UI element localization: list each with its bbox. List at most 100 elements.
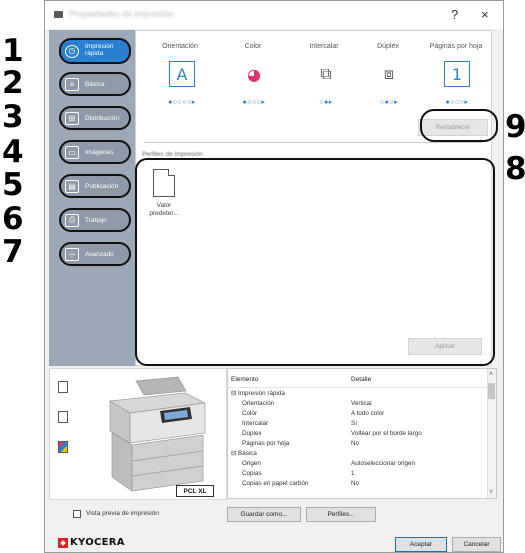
row-item: Color xyxy=(242,410,258,417)
cancel-button[interactable]: Cancelar xyxy=(452,537,501,552)
ok-button[interactable]: Aceptar xyxy=(395,537,447,552)
callout-7: 7 xyxy=(2,234,24,270)
orientation-selector[interactable]: ●○○○○▸ xyxy=(168,99,196,106)
color-icon: ◕ xyxy=(247,64,261,84)
nav-item-layout[interactable]: ⊞ Distribución xyxy=(59,106,131,130)
table-scrollbar[interactable]: ˄ ˅ xyxy=(487,369,496,498)
reset-callout-outline xyxy=(420,109,498,142)
print-quick-icon: ◷ xyxy=(65,44,79,58)
kyocera-logo: KYOCERA xyxy=(58,537,125,548)
row-detail: A todo color xyxy=(351,410,385,417)
collate-selector[interactable]: ○●▸ xyxy=(319,99,332,106)
printer-app-icon xyxy=(54,11,63,18)
color-selector[interactable]: ●○○○▸ xyxy=(243,99,266,106)
callout-9: 9 xyxy=(505,109,525,145)
row-item: ⊟ Impresión rápida xyxy=(231,390,285,397)
document-icon[interactable] xyxy=(153,169,175,197)
nav-item-publishing[interactable]: ▤ Publicación xyxy=(59,174,131,198)
row-item: Origen xyxy=(242,460,261,467)
pages-per-sheet-tile[interactable]: 1 xyxy=(444,61,470,87)
callout-6: 6 xyxy=(2,201,24,237)
row-item: Copias xyxy=(242,470,262,477)
row-detail: Autoseleccionar origen xyxy=(351,460,416,467)
table-row: Páginas por hoja xyxy=(242,440,289,447)
row-item: ⊟ Básica xyxy=(231,450,257,457)
pages-per-sheet-selector[interactable]: ●○○○▸ xyxy=(446,99,469,106)
scroll-down-icon[interactable]: ˅ xyxy=(489,489,493,496)
nav-item-label: Trabajo xyxy=(85,216,107,224)
table-row: Copias xyxy=(242,470,262,477)
advanced-icon: ⊹ xyxy=(65,247,79,261)
publishing-icon: ▤ xyxy=(65,179,79,193)
basic-icon: ≡ xyxy=(65,77,79,91)
profiles-button[interactable]: Perfiles... xyxy=(306,507,376,522)
duplex-header: Dúplex xyxy=(377,43,399,50)
help-button[interactable]: ? xyxy=(451,7,458,22)
printer-preview: PCL XL xyxy=(49,368,227,500)
color-tile[interactable]: ◕ xyxy=(241,61,267,87)
callout-8: 8 xyxy=(505,151,525,187)
table-row: ⊟ Impresión rápida xyxy=(231,390,285,397)
header-divider xyxy=(228,387,496,388)
nav-item-quick-print[interactable]: ◷ Impresión rápida xyxy=(59,38,131,64)
row-detail: No xyxy=(351,440,360,447)
row-detail: Voltear por el borde largo xyxy=(351,430,422,437)
window-title: Propiedades de impresión xyxy=(69,9,174,19)
divider xyxy=(144,142,482,143)
nav-item-imaging[interactable]: ▭ Imágenes xyxy=(59,140,131,164)
scroll-up-icon[interactable]: ˄ xyxy=(489,371,493,378)
nav-item-label: Impresión rápida xyxy=(85,43,114,57)
duplex-selector[interactable]: ○●○▸ xyxy=(380,99,398,106)
close-button[interactable]: × xyxy=(481,7,489,22)
print-preview-checkbox[interactable] xyxy=(73,510,81,518)
job-icon: ⎙ xyxy=(65,213,79,227)
table-row: Copias en papel carbón xyxy=(242,480,309,487)
nav-item-label: Publicación xyxy=(85,182,119,190)
kyocera-wordmark: KYOCERA xyxy=(70,537,125,548)
table-row: Intercalar xyxy=(242,420,268,427)
save-as-button[interactable]: Guardar como... xyxy=(227,507,301,522)
duplex-tile[interactable]: ⧈ xyxy=(376,61,402,87)
row-item: Dúplex xyxy=(242,430,262,437)
color-header: Color xyxy=(244,43,262,50)
row-detail: Vertical xyxy=(351,400,372,407)
color-view-icon[interactable] xyxy=(58,441,68,453)
callout-5: 5 xyxy=(2,167,24,203)
row-item: Páginas por hoja xyxy=(242,440,290,447)
orientation-header: Orientación xyxy=(162,43,198,50)
row-detail: No xyxy=(351,480,360,487)
printer-view-icon[interactable] xyxy=(58,381,68,393)
print-profiles-area xyxy=(135,158,495,366)
default-profile-label[interactable]: Valor predeter... xyxy=(142,202,186,219)
pages-per-sheet-icon: 1 xyxy=(451,64,463,84)
nav-item-label: Básica xyxy=(85,80,105,88)
duplex-icon: ⧈ xyxy=(383,64,395,83)
row-item: Intercalar xyxy=(242,420,269,427)
nav-item-advanced[interactable]: ⊹ Avanzado xyxy=(59,242,131,266)
row-item: Orientación xyxy=(242,400,275,407)
nav-item-basic[interactable]: ≡ Básica xyxy=(59,72,131,96)
orientation-tile[interactable]: A xyxy=(169,61,195,87)
kyocera-logo-mark xyxy=(58,537,68,548)
callout-1: 1 xyxy=(2,33,24,69)
layout-icon: ⊞ xyxy=(65,111,79,125)
print-profiles-label: Perfiles de impresión xyxy=(140,151,205,158)
paper-view-icon[interactable] xyxy=(58,411,68,423)
settings-nav: ◷ Impresión rápida ≡ Básica ⊞ Distribuci… xyxy=(49,30,135,366)
nav-item-label: Avanzado xyxy=(85,250,114,258)
callout-4: 4 xyxy=(2,134,24,170)
table-row: ⊟ Básica xyxy=(231,450,257,457)
scroll-thumb[interactable] xyxy=(488,383,495,399)
collate-tile[interactable]: ⧉ xyxy=(313,61,339,87)
table-row: Orientación xyxy=(242,400,274,407)
row-detail: Sí xyxy=(351,420,357,427)
nav-item-label: Imágenes xyxy=(85,148,114,156)
collate-icon: ⧉ xyxy=(320,64,332,83)
col-header-detail: Detalle xyxy=(351,376,372,383)
row-item: Copias en papel carbón xyxy=(242,480,309,487)
orientation-icon: A xyxy=(176,64,188,84)
title-bar: Propiedades de impresión ? × xyxy=(45,1,503,29)
callout-2: 2 xyxy=(2,65,24,101)
pcl-badge: PCL XL xyxy=(176,485,214,497)
nav-item-job[interactable]: ⎙ Trabajo xyxy=(59,208,131,232)
